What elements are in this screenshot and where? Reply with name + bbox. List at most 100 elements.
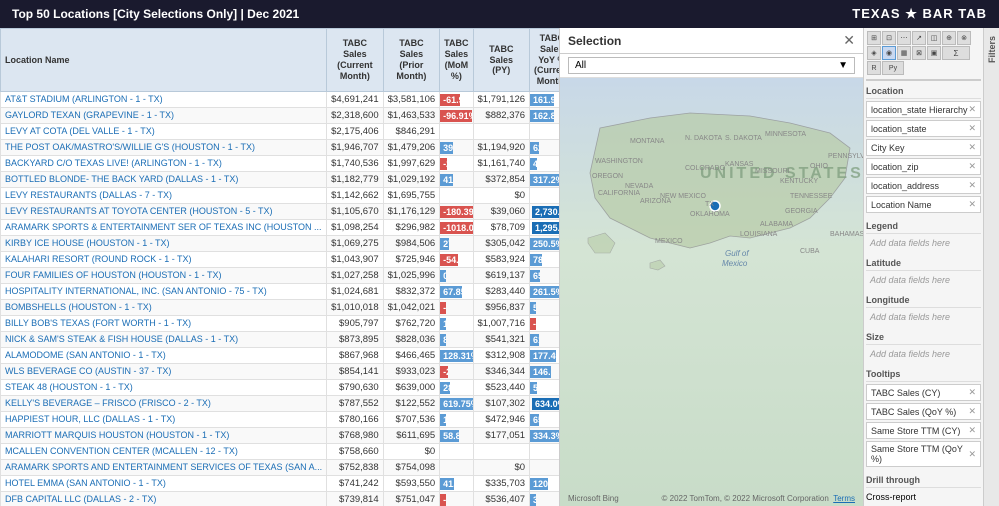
toolbar-icon-10[interactable]: ▦: [897, 46, 911, 60]
col-tabc-current: TABC Sales(CurrentMonth): [327, 29, 384, 92]
cell-location-name[interactable]: KALAHARI RESORT (ROUND ROCK - 1 - TX): [1, 251, 327, 267]
toolbar-icon-r3[interactable]: Py: [882, 61, 904, 75]
field-state-remove[interactable]: ✕: [968, 123, 976, 134]
cell-yoy: 146.6%: [530, 363, 560, 379]
cell-location-name[interactable]: STEAK 48 (HOUSTON - 1 - TX): [1, 379, 327, 395]
field-city-key[interactable]: City Key ✕: [866, 139, 981, 156]
field-location-name[interactable]: Location Name ✕: [866, 196, 981, 213]
cell-location-name[interactable]: BACKYARD C/O TEXAS LIVE! (ARLINGTON - 1 …: [1, 155, 327, 171]
field-zip[interactable]: location_zip ✕: [866, 158, 981, 175]
field-location-name-label: Location Name: [871, 200, 932, 210]
cell-location-name[interactable]: ARAMARK SPORTS AND ENTERTAINMENT SERVICE…: [1, 459, 327, 475]
cell-location-name[interactable]: KELLY'S BEVERAGE – FRISCO (FRISCO - 2 - …: [1, 395, 327, 411]
table-row: GAYLORD TEXAN (GRAPEVINE - 1 - TX)$2,318…: [1, 107, 561, 123]
cell-location-name[interactable]: NICK & SAM'S STEAK & FISH HOUSE (DALLAS …: [1, 331, 327, 347]
cell-location-name[interactable]: LEVY AT COTA (DEL VALLE - 1 - TX): [1, 123, 327, 139]
cell-location-name[interactable]: KIRBY ICE HOUSE (HOUSTON - 1 - TX): [1, 235, 327, 251]
cross-report-label: Cross-report: [866, 492, 916, 502]
toolbar-icon-11[interactable]: ⊠: [912, 46, 926, 60]
cell-location-name[interactable]: HOTEL EMMA (SAN ANTONIO - 1 - TX): [1, 475, 327, 491]
cell-mom: 8.47%: [440, 331, 473, 347]
toolbar-icon-8[interactable]: ◈: [867, 46, 881, 60]
field-hierarchy[interactable]: location_state Hierarchy ✕: [866, 101, 981, 118]
cell-location-name[interactable]: GAYLORD TEXAN (GRAPEVINE - 1 - TX): [1, 107, 327, 123]
cell-py: $0: [473, 459, 530, 475]
table-row: MARRIOTT MARQUIS HOUSTON (HOUSTON - 1 - …: [1, 427, 561, 443]
cell-location-name[interactable]: HOSPITALITY INTERNATIONAL, INC. (SAN ANT…: [1, 283, 327, 299]
cell-location-name[interactable]: BOTTLED BLONDE- THE BACK YARD (DALLAS - …: [1, 171, 327, 187]
cell-current: $854,141: [327, 363, 384, 379]
svg-text:OHIO: OHIO: [810, 163, 828, 170]
cell-location-name[interactable]: MARRIOTT MARQUIS HOUSTON (HOUSTON - 1 - …: [1, 427, 327, 443]
yoy-bar: 78.8%: [530, 254, 541, 266]
field-hierarchy-label: location_state Hierarchy: [871, 105, 968, 115]
toolbar-icon-r2[interactable]: R: [867, 61, 881, 75]
size-add-field: Add data fields here: [866, 347, 981, 361]
toolbar-icon-2[interactable]: ⊡: [882, 31, 896, 45]
cell-location-name[interactable]: MCALLEN CONVENTION CENTER (MCALLEN - 12 …: [1, 443, 327, 459]
field-address[interactable]: location_address ✕: [866, 177, 981, 194]
field-zip-remove[interactable]: ✕: [968, 161, 976, 172]
selection-dropdown[interactable]: All ▼: [568, 57, 855, 74]
page-title: Top 50 Locations [City Selections Only] …: [12, 7, 299, 21]
field-city-key-remove[interactable]: ✕: [968, 142, 976, 153]
cell-location-name[interactable]: FOUR FAMILIES OF HOUSTON (HOUSTON - 1 - …: [1, 267, 327, 283]
yoy-bar: 317.2%: [530, 174, 560, 186]
cell-location-name[interactable]: LEVY RESTAURANTS (DALLAS - 7 - TX): [1, 187, 327, 203]
tooltip-same-cy[interactable]: Same Store TTM (CY) ✕: [866, 422, 981, 439]
tooltip-tabc-cy[interactable]: TABC Sales (CY) ✕: [866, 384, 981, 401]
map-attribution: © 2022 TomTom, © 2022 Microsoft Corporat…: [662, 494, 856, 503]
cell-current: $1,043,907: [327, 251, 384, 267]
selection-close-icon[interactable]: ✕: [843, 32, 855, 49]
cell-prior: $1,695,755: [383, 187, 440, 203]
table-row: ALAMODOME (SAN ANTONIO - 1 - TX)$867,968…: [1, 347, 561, 363]
toolbar-icon-12[interactable]: ▣: [927, 46, 941, 60]
cell-location-name[interactable]: WLS BEVERAGE CO (AUSTIN - 37 - TX): [1, 363, 327, 379]
toolbar-icon-5[interactable]: ◫: [927, 31, 941, 45]
location-section-title: Location: [866, 84, 981, 99]
tooltip-tabc-qoy-remove[interactable]: ✕: [968, 406, 976, 417]
toolbar-icon-4[interactable]: ↗: [912, 31, 926, 45]
field-location-name-remove[interactable]: ✕: [968, 199, 976, 210]
toolbar-icon-7[interactable]: ⊗: [957, 31, 971, 45]
tooltip-tabc-qoy[interactable]: TABC Sales (QoY %) ✕: [866, 403, 981, 420]
tooltip-tabc-cy-remove[interactable]: ✕: [968, 387, 976, 398]
cell-py: $619,137: [473, 267, 530, 283]
cell-yoy: 334.3%: [530, 427, 560, 443]
cell-location-name[interactable]: BILLY BOB'S TEXAS (FORT WORTH - 1 - TX): [1, 315, 327, 331]
field-address-remove[interactable]: ✕: [968, 180, 976, 191]
cell-location-name[interactable]: HAPPIEST HOUR, LLC (DALLAS - 1 - TX): [1, 411, 327, 427]
tooltip-same-qoy-remove[interactable]: ✕: [968, 449, 976, 460]
yoy-bar: 162.8%: [530, 110, 554, 122]
svg-text:COLORADO: COLORADO: [685, 165, 726, 172]
yoy-bar: 161.9%: [530, 94, 553, 106]
mom-bar: 27.79%: [440, 238, 449, 250]
cell-location-name[interactable]: AT&T STADIUM (ARLINGTON - 1 - TX): [1, 91, 327, 107]
yoy-bar: 146.6%: [530, 366, 551, 378]
toolbar-icon-r1[interactable]: Σ: [942, 46, 970, 60]
yoy-bar: 120.8%: [530, 478, 548, 490]
cell-location-name[interactable]: DFB CAPITAL LLC (DALLAS - 2 - TX): [1, 491, 327, 506]
cell-location-name[interactable]: ALAMODOME (SAN ANTONIO - 1 - TX): [1, 347, 327, 363]
cell-prior: $3,581,106: [383, 91, 440, 107]
tooltip-same-qoy[interactable]: Same Store TTM (QoY %) ✕: [866, 441, 981, 467]
toolbar-icon-9[interactable]: ◉: [882, 46, 896, 60]
cell-current: $1,010,018: [327, 299, 384, 315]
cell-location-name[interactable]: ARAMARK SPORTS & ENTERTAINMENT SER OF TE…: [1, 219, 327, 235]
cell-mom: [440, 187, 473, 203]
tooltip-same-cy-remove[interactable]: ✕: [968, 425, 976, 436]
toolbar-icon-3[interactable]: ⋯: [897, 31, 911, 45]
col-tabc-mom: TABC Sales(MoM %): [440, 29, 473, 92]
svg-text:CALIFORNIA: CALIFORNIA: [598, 190, 640, 197]
cell-prior: $754,098: [383, 459, 440, 475]
right-sidebar: ⊞ ⊡ ⋯ ↗ ◫ ⊕ ⊗ ◈ ◉ ▦ ⊠ ▣ Σ R Py Location …: [863, 28, 983, 506]
field-state[interactable]: location_state ✕: [866, 120, 981, 137]
toolbar-icon-6[interactable]: ⊕: [942, 31, 956, 45]
mom-bar: 58.84%: [440, 430, 459, 442]
toolbar-icon-1[interactable]: ⊞: [867, 31, 881, 45]
cell-location-name[interactable]: LEVY RESTAURANTS AT TOYOTA CENTER (HOUST…: [1, 203, 327, 219]
cell-prior: $933,023: [383, 363, 440, 379]
field-hierarchy-remove[interactable]: ✕: [968, 104, 976, 115]
cell-location-name[interactable]: THE POST OAK/MASTRO'S/WILLIE G'S (HOUSTO…: [1, 139, 327, 155]
cell-location-name[interactable]: BOMBSHELLS (HOUSTON - 1 - TX): [1, 299, 327, 315]
